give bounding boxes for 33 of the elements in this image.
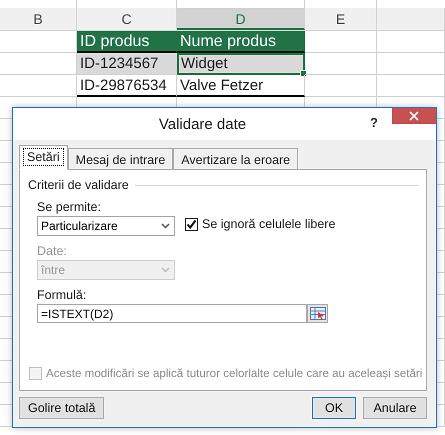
dialog-button[interactable]: OK: [312, 397, 356, 419]
table-cell: Valve Fetzer: [177, 75, 305, 97]
checkbox-label: Aceste modificări se aplică tuturor celorlalte celule care au aceleași setări: [46, 367, 422, 380]
dialog-button[interactable]: Anulare: [363, 397, 427, 419]
tab[interactable]: Mesaj de intrare: [68, 148, 174, 170]
close-icon: [409, 111, 419, 121]
tab[interactable]: Avertizare la eroare: [173, 148, 298, 170]
field-label: Se permite:: [37, 200, 101, 214]
dialog-button[interactable]: Golire totală: [19, 397, 104, 419]
range-select-icon: [310, 307, 326, 320]
table-cell: ID-1234567: [77, 53, 177, 75]
column-header[interactable]: B: [0, 8, 77, 30]
table-header-cell: ID produs: [77, 31, 177, 53]
range-select-button[interactable]: [307, 304, 328, 323]
dialog-title: Validare date: [158, 116, 248, 132]
table-header-cell: Nume produs: [177, 31, 305, 53]
checkmark-icon: [186, 218, 197, 230]
field-label: Formulă:: [37, 288, 86, 302]
tab[interactable]: Setări: [19, 145, 68, 170]
formula-field[interactable]: =ISTEXT(D2): [37, 304, 307, 323]
checkbox-label: Se ignoră celulele libere: [202, 217, 336, 231]
checkbox[interactable]: [185, 218, 198, 230]
column-header[interactable]: E: [305, 8, 377, 30]
caret-icon: [161, 223, 170, 229]
table-cell: ID-29876534: [77, 75, 177, 97]
dropdown[interactable]: Particularizare: [37, 216, 175, 236]
help-button[interactable]: ?: [362, 112, 386, 132]
caret-icon: [161, 267, 170, 273]
column-header[interactable]: D: [177, 8, 305, 30]
field-label: Date:: [37, 244, 67, 258]
table-cell: Widget: [177, 53, 305, 75]
group-title: Criterii de validare: [28, 178, 129, 192]
close-button[interactable]: [392, 108, 436, 124]
